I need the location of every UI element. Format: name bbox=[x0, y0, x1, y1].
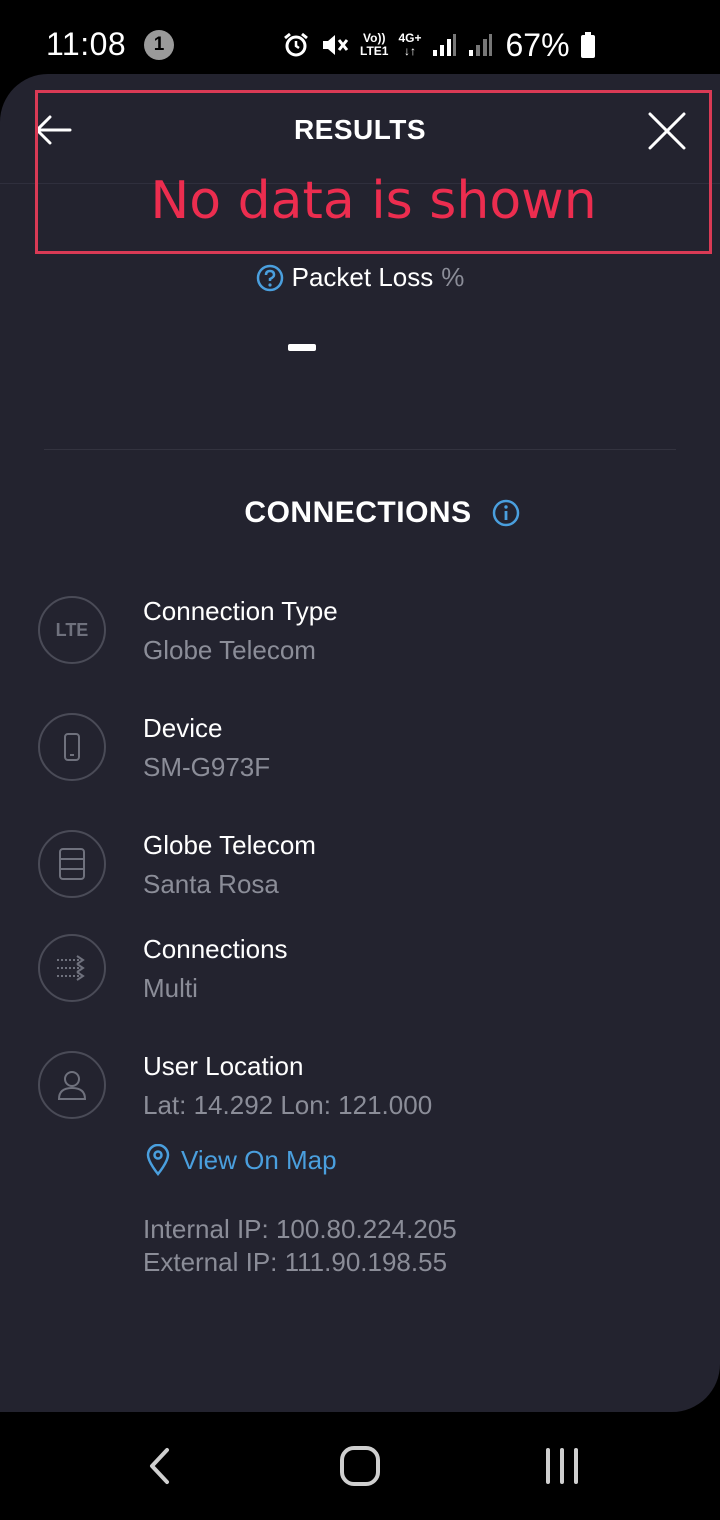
recents-icon bbox=[546, 1448, 578, 1484]
packet-loss-value bbox=[288, 344, 316, 351]
system-navigation-bar bbox=[0, 1412, 720, 1520]
mute-icon bbox=[323, 35, 349, 55]
network-type-indicator: 4G+ ↓↑ bbox=[398, 31, 422, 58]
packet-loss-row: Packet Loss % bbox=[0, 262, 720, 293]
item-title: Device bbox=[143, 713, 223, 743]
help-icon[interactable] bbox=[256, 264, 284, 292]
server-icon bbox=[38, 830, 106, 898]
alarm-icon bbox=[284, 32, 308, 57]
packet-loss-unit: % bbox=[441, 262, 465, 292]
info-icon[interactable] bbox=[492, 499, 520, 527]
chevron-left-icon bbox=[150, 1448, 169, 1484]
item-title: Connections bbox=[143, 934, 288, 964]
item-subtitle: Globe Telecom bbox=[143, 635, 316, 665]
location-pin-icon bbox=[146, 1144, 170, 1176]
divider bbox=[44, 449, 676, 450]
home-icon bbox=[340, 1446, 380, 1486]
battery-icon bbox=[580, 32, 595, 58]
nav-recents-button[interactable] bbox=[532, 1442, 592, 1492]
view-on-map-label: View On Map bbox=[181, 1144, 337, 1175]
connections-header: CONNECTIONS bbox=[0, 496, 720, 530]
status-icons: Vo)) LTE1 4G+ ↓↑ 67% bbox=[282, 26, 596, 63]
status-bar: 11:08 1 Vo)) LTE1 4G+ ↓↑ 67% bbox=[0, 0, 720, 78]
nav-back-button[interactable] bbox=[130, 1442, 190, 1492]
item-title: Globe Telecom bbox=[143, 830, 316, 860]
view-on-map-link[interactable]: View On Map bbox=[145, 1144, 337, 1176]
notification-count-badge: 1 bbox=[144, 30, 174, 60]
item-subtitle: Lat: 14.292 Lon: 121.000 bbox=[143, 1090, 433, 1120]
nav-home-button[interactable] bbox=[330, 1442, 390, 1492]
signal-icon bbox=[433, 34, 457, 56]
user-icon bbox=[38, 1051, 106, 1119]
item-subtitle: SM-G973F bbox=[143, 752, 271, 782]
signal-2-icon bbox=[469, 34, 493, 56]
internal-ip: Internal IP: 100.80.224.205 bbox=[143, 1214, 457, 1244]
annotation-box: No data is shown bbox=[35, 90, 712, 254]
multi-connection-icon bbox=[38, 934, 106, 1002]
item-title: Connection Type bbox=[143, 596, 338, 626]
status-time: 11:08 bbox=[46, 26, 127, 62]
packet-loss-label: Packet Loss bbox=[291, 262, 434, 292]
item-subtitle: Multi bbox=[143, 973, 198, 1003]
battery-percent: 67% bbox=[505, 26, 570, 63]
item-title: User Location bbox=[143, 1051, 304, 1081]
connections-title: CONNECTIONS bbox=[244, 496, 472, 529]
item-subtitle: Santa Rosa bbox=[143, 869, 279, 899]
volte-indicator: Vo)) LTE1 bbox=[360, 31, 389, 58]
annotation-text: No data is shown bbox=[150, 171, 597, 231]
external-ip: External IP: 111.90.198.55 bbox=[143, 1247, 448, 1277]
phone-icon bbox=[38, 713, 106, 781]
lte-icon: LTE bbox=[38, 596, 106, 664]
results-panel: RESULTS No data is shown Packet Loss % C… bbox=[0, 74, 720, 1412]
